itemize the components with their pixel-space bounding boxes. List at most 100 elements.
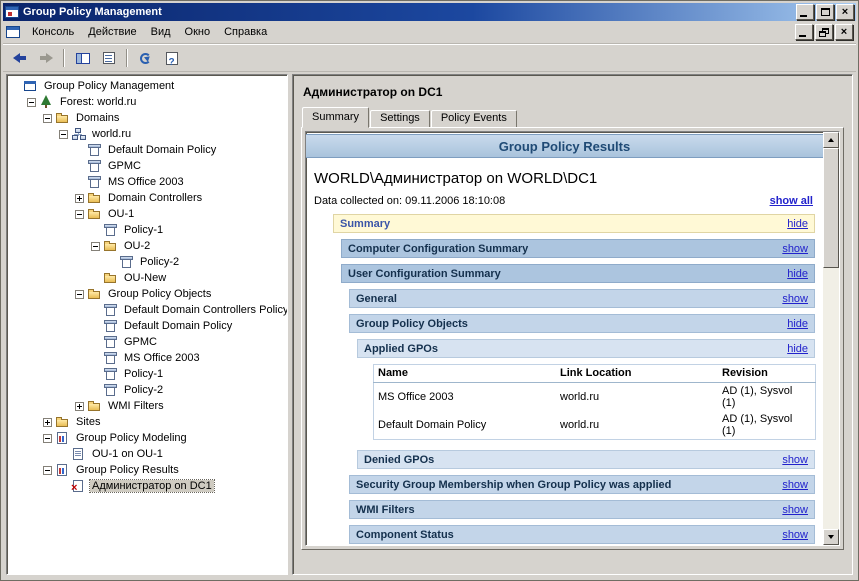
show-console-tree-button[interactable]	[70, 46, 95, 70]
tree-item-label[interactable]: Sites	[74, 416, 102, 428]
section-toggle-link[interactable]: show	[782, 293, 808, 305]
tree-item-label[interactable]: WMI Filters	[106, 400, 166, 412]
export-list-button[interactable]	[96, 46, 121, 70]
expand-icon[interactable]	[75, 401, 84, 411]
maximize-button[interactable]	[816, 4, 834, 20]
tree-item[interactable]: OU-1 on OU-1	[7, 446, 287, 462]
section-toggle-link[interactable]: show	[782, 479, 808, 491]
collapse-icon[interactable]	[59, 129, 68, 139]
tree-item-label[interactable]: Domains	[74, 112, 121, 124]
tree-item-label[interactable]: world.ru	[90, 128, 133, 140]
tree-item[interactable]: OU-2	[7, 238, 287, 254]
tree-item[interactable]: Group Policy Management	[7, 78, 287, 94]
forward-button[interactable]	[33, 46, 58, 70]
minimize-button[interactable]	[796, 4, 814, 20]
tree-item-label[interactable]: Policy-2	[138, 256, 181, 268]
section-toggle-link[interactable]: show	[782, 504, 808, 516]
tab-settings[interactable]: Settings	[370, 110, 430, 127]
section-toggle-link[interactable]: hide	[787, 343, 808, 355]
scrollbar-track[interactable]	[823, 148, 839, 529]
tree-item[interactable]: Default Domain Policy	[7, 142, 287, 158]
expand-icon[interactable]	[43, 417, 52, 427]
restore-button[interactable]	[815, 24, 833, 40]
tree-item-label[interactable]: Default Domain Controllers Policy	[122, 304, 287, 316]
collapse-icon[interactable]	[75, 209, 84, 219]
tree-item-label[interactable]: GPMC	[106, 160, 143, 172]
menu-item[interactable]: Окно	[178, 24, 218, 40]
refresh-button[interactable]	[133, 46, 158, 70]
tree-item[interactable]: WMI Filters	[7, 398, 287, 414]
tree-item-label[interactable]: Forest: world.ru	[58, 96, 138, 108]
tree-item[interactable]: Policy-1	[7, 222, 287, 238]
tree-item-label[interactable]: OU-2	[122, 240, 152, 252]
tree-item-label[interactable]: MS Office 2003	[122, 352, 202, 364]
collapse-icon[interactable]	[75, 289, 84, 299]
menu-item[interactable]: Вид	[144, 24, 178, 40]
section-toggle-link[interactable]: hide	[787, 218, 808, 230]
section-toggle-link[interactable]: show	[782, 454, 808, 466]
tree-item[interactable]: Администратор on DC1	[7, 478, 287, 494]
collapse-icon[interactable]	[27, 97, 36, 107]
tree-item[interactable]: Policy-2	[7, 382, 287, 398]
section-toggle-link[interactable]: show	[782, 243, 808, 255]
tree-item[interactable]: Group Policy Objects	[7, 286, 287, 302]
help-button[interactable]	[159, 46, 184, 70]
collapse-icon[interactable]	[43, 113, 52, 123]
show-all-link[interactable]: show all	[770, 195, 813, 207]
tree-item-label[interactable]: OU-1	[106, 208, 136, 220]
tab-summary[interactable]: Summary	[302, 107, 370, 128]
tree-item-label[interactable]: Policy-1	[122, 368, 165, 380]
tree-item-label[interactable]: Default Domain Policy	[122, 320, 234, 332]
scroll-down-button[interactable]	[823, 529, 839, 545]
minimize-button[interactable]	[795, 24, 813, 40]
tab-policy-events[interactable]: Policy Events	[430, 110, 517, 127]
tree-item-label[interactable]: Group Policy Modeling	[74, 432, 189, 444]
menu-item[interactable]: Действие	[81, 24, 143, 40]
tree-item-label[interactable]: Администратор on DC1	[89, 479, 215, 493]
tree-item-label[interactable]: GPMC	[122, 336, 159, 348]
tree-item[interactable]: Default Domain Controllers Policy	[7, 302, 287, 318]
tree-item-label[interactable]: Policy-2	[122, 384, 165, 396]
tree-item[interactable]: OU-1	[7, 206, 287, 222]
tree-item[interactable]: Group Policy Results	[7, 462, 287, 478]
tree-item[interactable]: world.ru	[7, 126, 287, 142]
section-toggle-link[interactable]: show	[782, 529, 808, 541]
vertical-scrollbar[interactable]	[823, 132, 839, 545]
tree-item[interactable]: OU-New	[7, 270, 287, 286]
tree-item[interactable]: Group Policy Modeling	[7, 430, 287, 446]
section-toggle-link[interactable]: hide	[787, 318, 808, 330]
tree-item-label[interactable]: OU-1 on OU-1	[90, 448, 165, 460]
tree-item-label[interactable]: Policy-1	[122, 224, 165, 236]
tree-item[interactable]: MS Office 2003	[7, 174, 287, 190]
tree-item[interactable]: GPMC	[7, 334, 287, 350]
menu-item[interactable]: Справка	[217, 24, 274, 40]
tree-item[interactable]: Policy-1	[7, 366, 287, 382]
tree-item-label[interactable]: MS Office 2003	[106, 176, 186, 188]
menu-item[interactable]: Консоль	[25, 24, 81, 40]
tree-item-label[interactable]: OU-New	[122, 272, 168, 284]
tree-item-label[interactable]: Group Policy Objects	[106, 288, 213, 300]
expand-icon[interactable]	[75, 193, 84, 203]
tree-item[interactable]: Domains	[7, 110, 287, 126]
section-toggle-link[interactable]: hide	[787, 268, 808, 280]
tree-item[interactable]: Default Domain Policy	[7, 318, 287, 334]
tree-item-label[interactable]: Group Policy Results	[74, 464, 181, 476]
tree-item-label[interactable]: Domain Controllers	[106, 192, 204, 204]
close-button[interactable]: ×	[836, 4, 854, 20]
tree-item[interactable]: MS Office 2003	[7, 350, 287, 366]
tree-item-label[interactable]: Group Policy Management	[42, 80, 176, 92]
title-bar[interactable]: Group Policy Management ×	[3, 3, 856, 21]
collapse-icon[interactable]	[43, 433, 52, 443]
tree-item[interactable]: Sites	[7, 414, 287, 430]
scrollbar-thumb[interactable]	[823, 148, 839, 268]
collapse-icon[interactable]	[43, 465, 52, 475]
tree-item[interactable]: GPMC	[7, 158, 287, 174]
back-button[interactable]	[7, 46, 32, 70]
tree-item[interactable]: Policy-2	[7, 254, 287, 270]
collapse-icon[interactable]	[91, 241, 100, 251]
close-button[interactable]: ×	[835, 24, 853, 40]
tree-item[interactable]: Forest: world.ru	[7, 94, 287, 110]
scroll-up-button[interactable]	[823, 132, 839, 148]
tree-item[interactable]: Domain Controllers	[7, 190, 287, 206]
tree-item-label[interactable]: Default Domain Policy	[106, 144, 218, 156]
